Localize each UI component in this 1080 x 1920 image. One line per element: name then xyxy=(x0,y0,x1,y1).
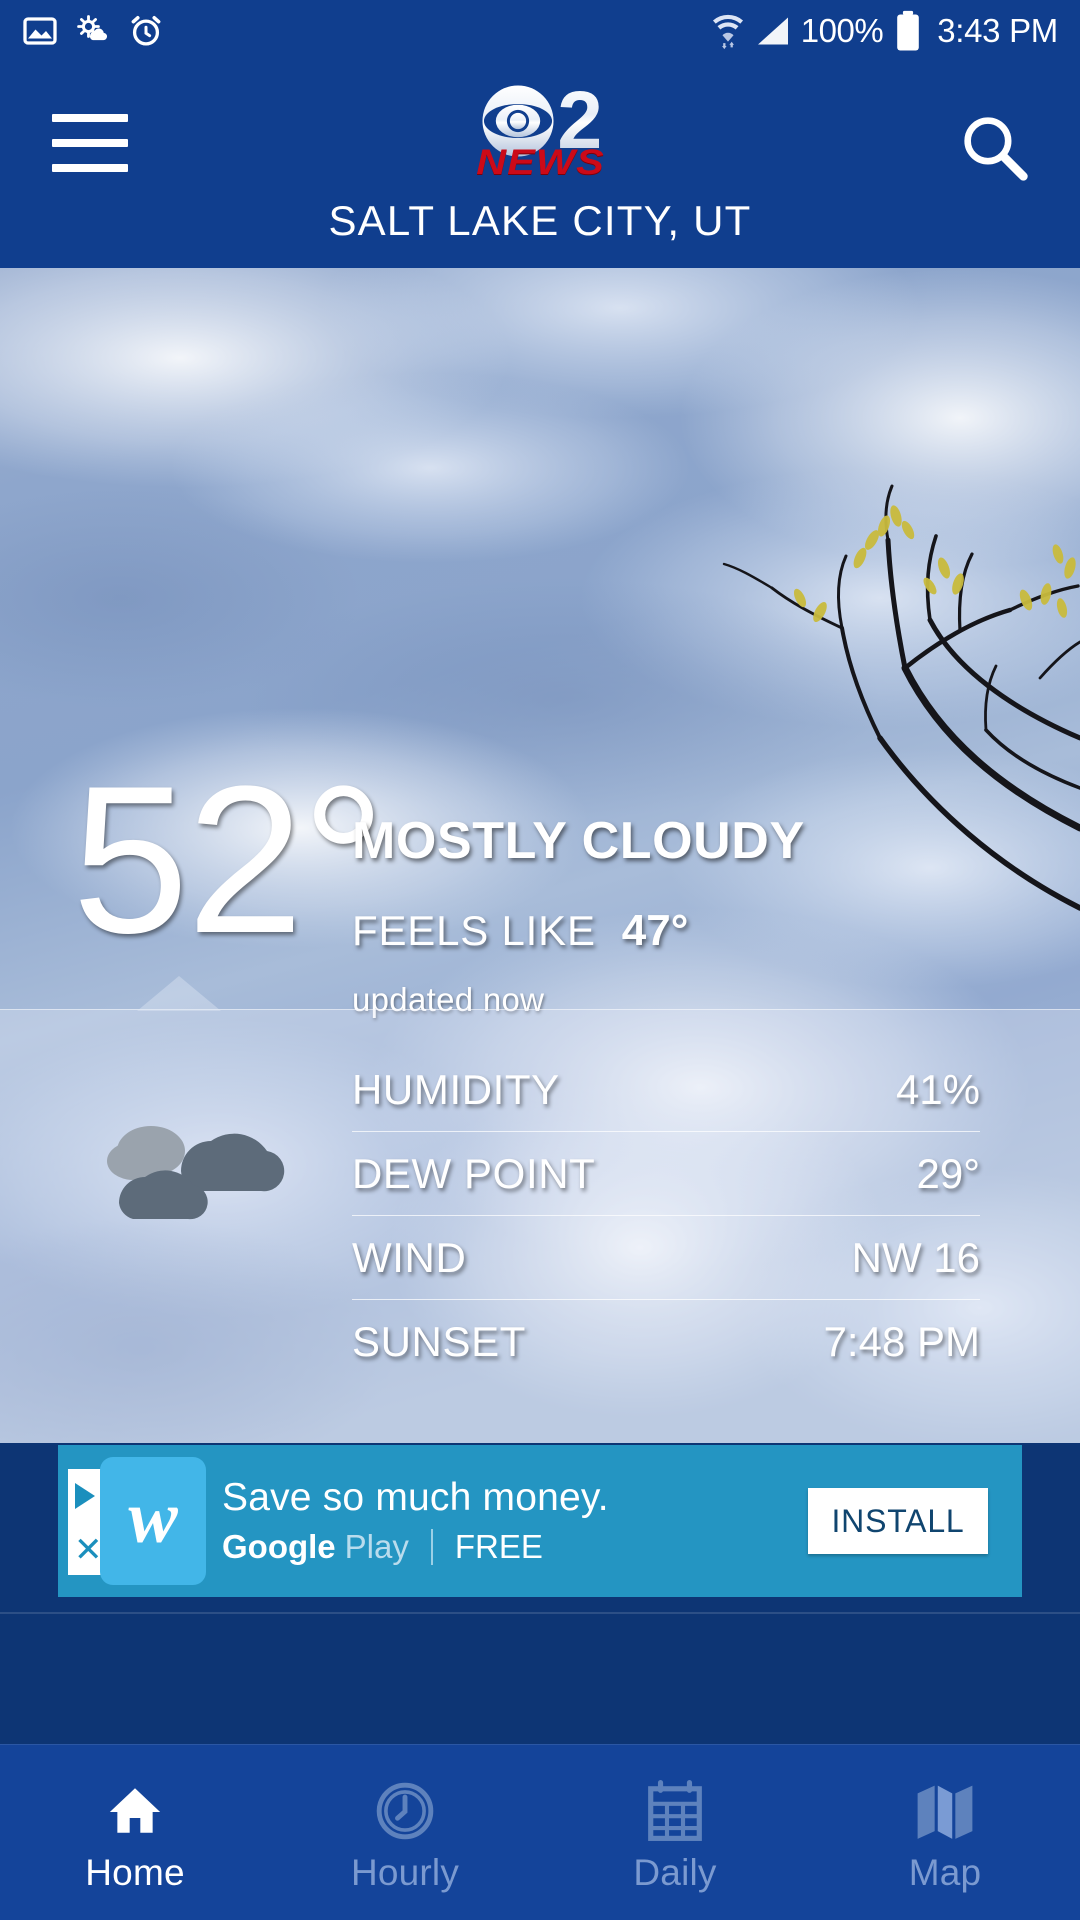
detail-label: SUNSET xyxy=(352,1318,526,1365)
advertisement-banner[interactable]: ✕ w Save so much money. Google Play FREE… xyxy=(58,1445,1022,1597)
detail-rows: HUMIDITY 41% DEW POINT 29° WIND NW 16 SU… xyxy=(352,1010,1018,1443)
home-icon xyxy=(104,1780,166,1842)
detail-label: HUMIDITY xyxy=(352,1065,560,1113)
nav-label: Daily xyxy=(633,1851,717,1893)
clock-icon xyxy=(374,1780,436,1842)
logo-news-word: NEWS xyxy=(475,143,605,182)
current-details-panel: HUMIDITY 41% DEW POINT 29° WIND NW 16 SU… xyxy=(0,976,1080,1443)
detail-value: 41% xyxy=(895,1065,980,1113)
bottom-navigation: Home Hourly Daily Map xyxy=(0,1744,1080,1920)
status-bar-right-icons: 100% 3:43 PM xyxy=(711,10,1058,52)
nav-label: Home xyxy=(85,1851,185,1893)
feels-like-value: 47° xyxy=(621,906,689,955)
ad-headline: Save so much money. xyxy=(222,1476,609,1519)
close-ad-icon[interactable]: ✕ xyxy=(74,1533,103,1567)
alarm-icon xyxy=(131,16,161,46)
install-button-label: INSTALL xyxy=(831,1502,965,1539)
station-logo: 2 NEWS SALT LAKE CITY, UT xyxy=(0,80,1080,245)
nav-label: Map xyxy=(908,1851,982,1893)
current-condition-text: MOSTLY CLOUDY xyxy=(352,812,805,870)
detail-row-dew-point: DEW POINT 29° xyxy=(352,1132,980,1216)
nav-item-map[interactable]: Map xyxy=(810,1745,1080,1920)
signal-icon xyxy=(757,17,788,45)
app-header: 2 NEWS SALT LAKE CITY, UT xyxy=(0,62,1080,268)
current-conditions-hero: 52° MOSTLY CLOUDY FEELS LIKE 47° updated… xyxy=(0,268,1080,1443)
battery-icon xyxy=(897,10,920,51)
detail-row-wind: WIND NW 16 xyxy=(352,1216,980,1300)
ad-app-icon-group: ✕ w xyxy=(58,1445,208,1597)
status-bar: 100% 3:43 PM xyxy=(0,0,1080,62)
detail-label: DEW POINT xyxy=(352,1149,596,1197)
detail-label: WIND xyxy=(352,1233,467,1281)
location-title: SALT LAKE CITY, UT xyxy=(328,197,752,244)
nav-item-hourly[interactable]: Hourly xyxy=(270,1745,540,1920)
ad-subline: Google Play FREE xyxy=(222,1528,808,1566)
image-icon xyxy=(23,17,57,45)
detail-value: NW 16 xyxy=(851,1233,980,1281)
nav-item-home[interactable]: Home xyxy=(0,1745,270,1920)
cloudy-icon xyxy=(107,1126,285,1220)
nav-item-daily[interactable]: Daily xyxy=(540,1745,810,1920)
current-temperature: 52° xyxy=(72,742,386,977)
detail-value: 7:48 PM xyxy=(823,1318,980,1365)
detail-value: 29° xyxy=(916,1149,980,1197)
calendar-icon xyxy=(646,1779,704,1842)
feels-like-row: FEELS LIKE 47° xyxy=(352,906,688,956)
content-divider xyxy=(0,1612,1080,1614)
wifi-icon xyxy=(712,14,743,50)
ad-price: FREE xyxy=(454,1528,543,1565)
map-icon xyxy=(914,1780,976,1842)
clock-time: 3:43 PM xyxy=(937,12,1058,49)
detail-row-sunset: SUNSET 7:48 PM xyxy=(352,1300,980,1384)
panel-notch-pointer xyxy=(137,976,221,1011)
status-bar-left-icons xyxy=(22,13,164,49)
ad-store-suffix: Play xyxy=(344,1528,409,1565)
nav-label: Hourly xyxy=(350,1851,460,1893)
ad-info-icon[interactable] xyxy=(75,1483,95,1509)
weather-sync-icon xyxy=(77,15,108,41)
weather-app-screen: 100% 3:43 PM 2 NEWS SALT LAKE CITY, UT 5… xyxy=(0,0,1080,1920)
ad-app-letter: w xyxy=(128,1477,178,1559)
feels-like-label: FEELS LIKE xyxy=(352,907,596,954)
ad-separator xyxy=(430,1529,433,1565)
install-button[interactable]: INSTALL xyxy=(808,1488,988,1554)
ad-store-name: Google xyxy=(222,1528,336,1565)
wish-app-icon: w xyxy=(100,1457,206,1585)
ad-text-block: Save so much money. Google Play FREE xyxy=(208,1476,808,1566)
battery-percent: 100% xyxy=(800,12,884,49)
detail-row-humidity: HUMIDITY 41% xyxy=(352,1048,980,1132)
